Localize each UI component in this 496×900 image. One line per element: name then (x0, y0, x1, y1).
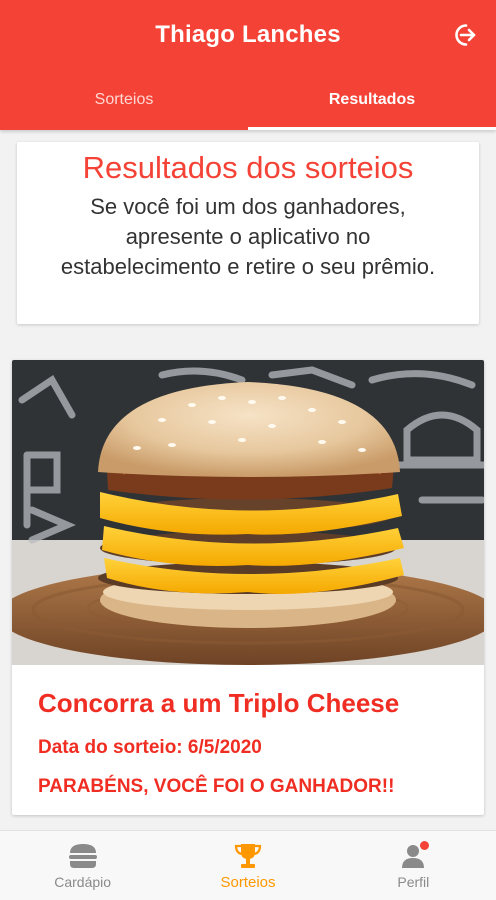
nav-label: Sorteios (220, 874, 276, 891)
tab-label: Sorteios (94, 91, 154, 108)
user-icon (396, 841, 430, 871)
logout-button[interactable] (450, 21, 478, 49)
tab-label: Resultados (328, 91, 416, 108)
trophy-icon (231, 841, 265, 871)
burger-icon (66, 841, 100, 871)
tab-sorteios[interactable]: Sorteios (0, 70, 248, 130)
triple-cheeseburger-photo (12, 360, 484, 665)
draw-date: Data do sorteio: 6/5/2020 (38, 737, 262, 758)
bottom-navigation: Cardápio Sorteios Perfil (0, 830, 496, 900)
draw-result-card[interactable]: Concorra a um Triplo Cheese Data do sort… (12, 360, 484, 815)
notification-badge (420, 841, 430, 850)
nav-label: Cardápio (54, 874, 112, 890)
logout-icon (455, 24, 476, 46)
info-card: Resultados dos sorteios Se você foi um d… (17, 142, 479, 324)
results-list[interactable]: Resultados dos sorteios Se você foi um d… (0, 130, 496, 830)
draw-winner-message: PARABÉNS, VOCÊ FOI O GANHADOR!! (38, 776, 395, 797)
results-description: Se você foi um dos ganhadores, apresente… (60, 194, 436, 279)
tab-resultados[interactable]: Resultados (248, 70, 496, 130)
nav-item-perfil[interactable]: Perfil (331, 831, 496, 900)
app-bar: Thiago Lanches (0, 0, 496, 70)
tab-bar: Sorteios Resultados (0, 70, 496, 130)
results-heading: Resultados dos sorteios (82, 150, 414, 185)
nav-item-cardapio[interactable]: Cardápio (0, 831, 165, 900)
draw-prize-name: Concorra a um Triplo Cheese (38, 688, 400, 718)
nav-label: Perfil (397, 874, 430, 890)
app-title: Thiago Lanches (155, 21, 341, 48)
nav-item-sorteios[interactable]: Sorteios (165, 831, 330, 900)
